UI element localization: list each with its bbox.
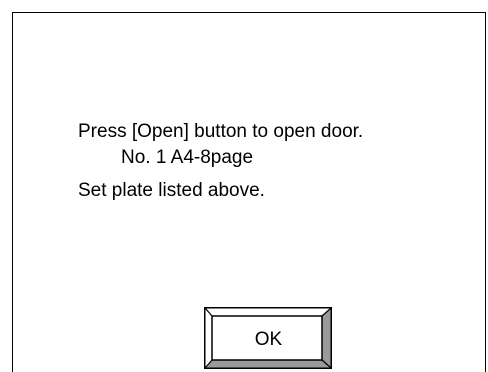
message-line-2: No. 1 A4-8page [121, 147, 254, 168]
dialog-box: Press [Open] button to open door. No. 1 … [12, 12, 486, 372]
message-line-3: Set plate listed above. [78, 180, 265, 201]
message-line-1: Press [Open] button to open door. [78, 121, 364, 142]
ok-button[interactable]: OK [204, 307, 332, 369]
ok-button-label: OK [254, 329, 283, 350]
